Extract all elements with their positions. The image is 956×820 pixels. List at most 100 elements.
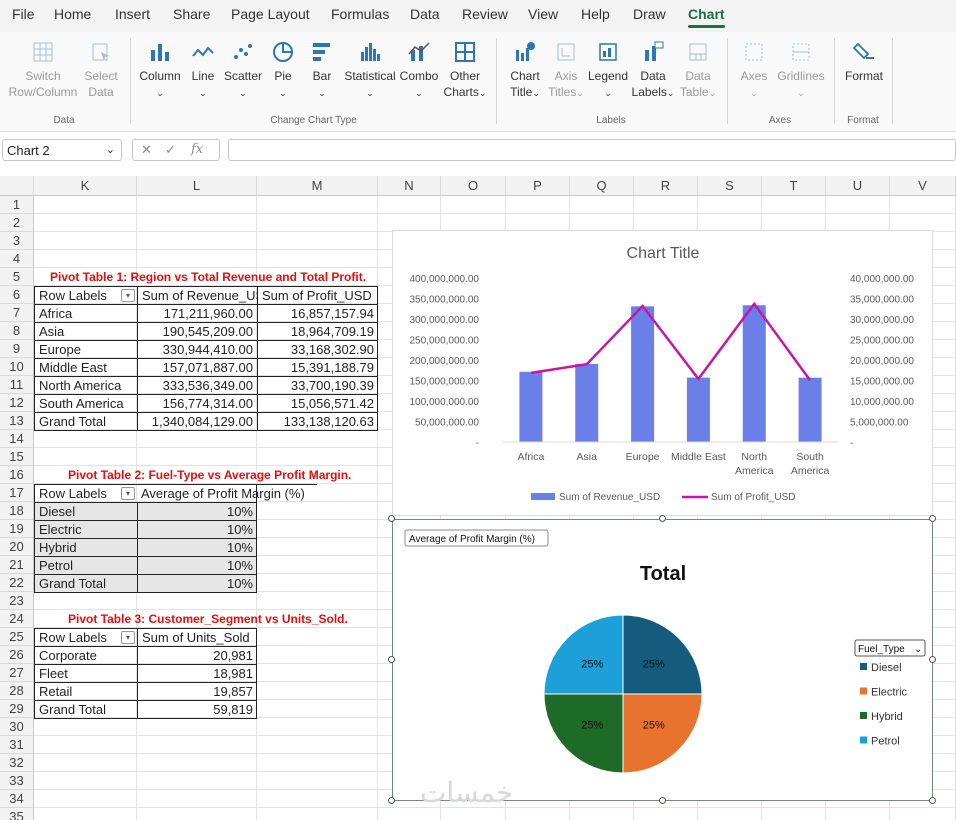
pivot3-units-cell[interactable]: 59,819 xyxy=(137,700,257,718)
pivot1-revenue-cell[interactable]: 1,340,084,129.00 xyxy=(137,412,257,430)
row-header-34[interactable]: 34 xyxy=(0,790,34,808)
pivot3-units-cell[interactable]: 20,981 xyxy=(137,646,257,664)
pivot1-profit-cell[interactable]: 33,168,302.90 xyxy=(257,340,378,358)
row-header-24[interactable]: 24 xyxy=(0,610,34,628)
row-header-9[interactable]: 9 xyxy=(0,340,34,358)
resize-handle[interactable] xyxy=(388,656,395,663)
filter-dropdown-icon[interactable]: ▾ xyxy=(121,289,135,302)
gridlines-button[interactable]: Gridlines ⌄ xyxy=(776,40,826,101)
row-header-11[interactable]: 11 xyxy=(0,376,34,394)
combo-chart-button[interactable]: Combo ⌄ xyxy=(399,40,439,101)
pivot1-header-row-labels[interactable]: Row Labels ▾ xyxy=(34,286,137,304)
column-header-Q[interactable]: Q xyxy=(570,176,634,196)
name-box[interactable]: Chart 2 ⌄ xyxy=(2,139,122,161)
row-header-16[interactable]: 16 xyxy=(0,466,34,484)
pivot1-profit-cell[interactable]: 18,964,709.19 xyxy=(257,322,378,340)
pivot1-revenue-cell[interactable]: 171,211,960.00 xyxy=(137,304,257,322)
pivot2-header-row-labels[interactable]: Row Labels ▾ xyxy=(34,484,137,502)
pivot2-row-label[interactable]: Electric xyxy=(34,520,137,538)
pivot3-row-label[interactable]: Fleet xyxy=(34,664,137,682)
menu-formulas[interactable]: Formulas xyxy=(331,6,389,22)
pivot2-margin-cell[interactable]: 10% xyxy=(137,502,257,520)
select-data-button[interactable]: Select Data xyxy=(80,40,122,100)
row-header-29[interactable]: 29 xyxy=(0,700,34,718)
pivot2-margin-cell[interactable]: 10% xyxy=(137,556,257,574)
pie-slice-hybrid[interactable] xyxy=(543,693,624,774)
pivot1-row-label[interactable]: Asia xyxy=(34,322,137,340)
pivot3-row-label[interactable]: Grand Total xyxy=(34,700,137,718)
pivot1-profit-cell[interactable]: 33,700,190.39 xyxy=(257,376,378,394)
axis-titles-button[interactable]: Axis Titles⌄ xyxy=(547,40,585,101)
pivot3-header-units[interactable]: Sum of Units_Sold xyxy=(137,628,257,646)
row-header-35[interactable]: 35 xyxy=(0,808,34,820)
menu-file[interactable]: File xyxy=(12,6,35,22)
column-header-L[interactable]: L xyxy=(137,176,257,196)
chevron-down-icon[interactable]: ⌄ xyxy=(106,143,115,156)
pivot3-row-label[interactable]: Corporate xyxy=(34,646,137,664)
bar-chart-button[interactable]: Bar ⌄ xyxy=(307,40,337,101)
formula-input[interactable] xyxy=(228,139,956,161)
scatter-chart-button[interactable]: Scatter ⌄ xyxy=(223,40,263,101)
pivot1-row-label[interactable]: Africa xyxy=(34,304,137,322)
pivot1-revenue-cell[interactable]: 156,774,314.00 xyxy=(137,394,257,412)
menu-review[interactable]: Review xyxy=(462,6,508,22)
column-header-M[interactable]: M xyxy=(257,176,378,196)
pie-chart[interactable]: Average of Profit Margin (%) Total 25% 25% 2… xyxy=(392,519,933,801)
pivot1-revenue-cell[interactable]: 190,545,209.00 xyxy=(137,322,257,340)
pie-slice-electric[interactable] xyxy=(622,693,703,774)
pivot1-revenue-cell[interactable]: 157,071,887.00 xyxy=(137,358,257,376)
check-icon[interactable]: ✓ xyxy=(165,142,176,158)
combo-chart[interactable]: Chart Title 400,000,000.00 40,000,000.00 35… xyxy=(392,230,933,516)
data-labels-button[interactable]: Data Labels⌄ xyxy=(631,40,675,101)
statistical-chart-button[interactable]: Statistical ⌄ xyxy=(343,40,397,101)
column-header-O[interactable]: O xyxy=(441,176,506,196)
pivot2-row-label[interactable]: Diesel xyxy=(34,502,137,520)
pivot1-revenue-cell[interactable]: 330,944,410.00 xyxy=(137,340,257,358)
resize-handle[interactable] xyxy=(929,515,936,522)
menu-help[interactable]: Help xyxy=(581,6,610,22)
pivot3-units-cell[interactable]: 18,981 xyxy=(137,664,257,682)
resize-handle[interactable] xyxy=(658,515,666,522)
menu-insert[interactable]: Insert xyxy=(115,6,150,22)
column-header-U[interactable]: U xyxy=(826,176,890,196)
format-button[interactable]: Format xyxy=(843,40,885,84)
menu-share[interactable]: Share xyxy=(173,6,210,22)
cancel-icon[interactable]: ✕ xyxy=(141,142,152,158)
row-header-26[interactable]: 26 xyxy=(0,646,34,664)
data-table-button[interactable]: Data Table⌄ xyxy=(677,40,719,101)
filter-dropdown-icon[interactable]: ▾ xyxy=(121,487,135,500)
switch-row-column-button[interactable]: Switch Row/Column xyxy=(8,40,78,100)
pie-chart-button[interactable]: Pie ⌄ xyxy=(269,40,297,101)
row-header-6[interactable]: 6 xyxy=(0,286,34,304)
column-header-K[interactable]: K xyxy=(34,176,137,196)
pivot1-profit-cell[interactable]: 16,857,157.94 xyxy=(257,304,378,322)
column-header-P[interactable]: P xyxy=(506,176,570,196)
pivot1-row-label[interactable]: Grand Total xyxy=(34,412,137,430)
row-header-23[interactable]: 23 xyxy=(0,592,34,610)
row-header-17[interactable]: 17 xyxy=(0,484,34,502)
row-header-14[interactable]: 14 xyxy=(0,430,34,448)
pivot1-profit-cell[interactable]: 15,056,571.42 xyxy=(257,394,378,412)
row-header-18[interactable]: 18 xyxy=(0,502,34,520)
pivot2-row-label[interactable]: Hybrid xyxy=(34,538,137,556)
resize-handle[interactable] xyxy=(388,515,395,522)
filter-dropdown-icon[interactable]: ▾ xyxy=(121,631,135,644)
pivot3-header-row-labels[interactable]: Row Labels ▾ xyxy=(34,628,137,646)
chart-title-button[interactable]: Chart Title⌄ xyxy=(505,40,545,101)
column-header-N[interactable]: N xyxy=(378,176,441,196)
column-header-S[interactable]: S xyxy=(698,176,762,196)
resize-handle[interactable] xyxy=(929,797,936,804)
row-header-28[interactable]: 28 xyxy=(0,682,34,700)
menu-draw[interactable]: Draw xyxy=(633,6,666,22)
pivot1-header-profit[interactable]: Sum of Profit_USD xyxy=(257,286,378,304)
axes-button[interactable]: Axes ⌄ xyxy=(738,40,770,101)
pivot3-units-cell[interactable]: 19,857 xyxy=(137,682,257,700)
row-header-20[interactable]: 20 xyxy=(0,538,34,556)
pivot1-row-label[interactable]: Europe xyxy=(34,340,137,358)
insert-function-button[interactable]: fx xyxy=(191,142,203,157)
row-header-4[interactable]: 4 xyxy=(0,250,34,268)
row-header-33[interactable]: 33 xyxy=(0,772,34,790)
line-chart-button[interactable]: Line ⌄ xyxy=(187,40,219,101)
other-charts-button[interactable]: Other Charts⌄ xyxy=(443,40,487,101)
legend-button[interactable]: Legend ⌄ xyxy=(587,40,629,101)
